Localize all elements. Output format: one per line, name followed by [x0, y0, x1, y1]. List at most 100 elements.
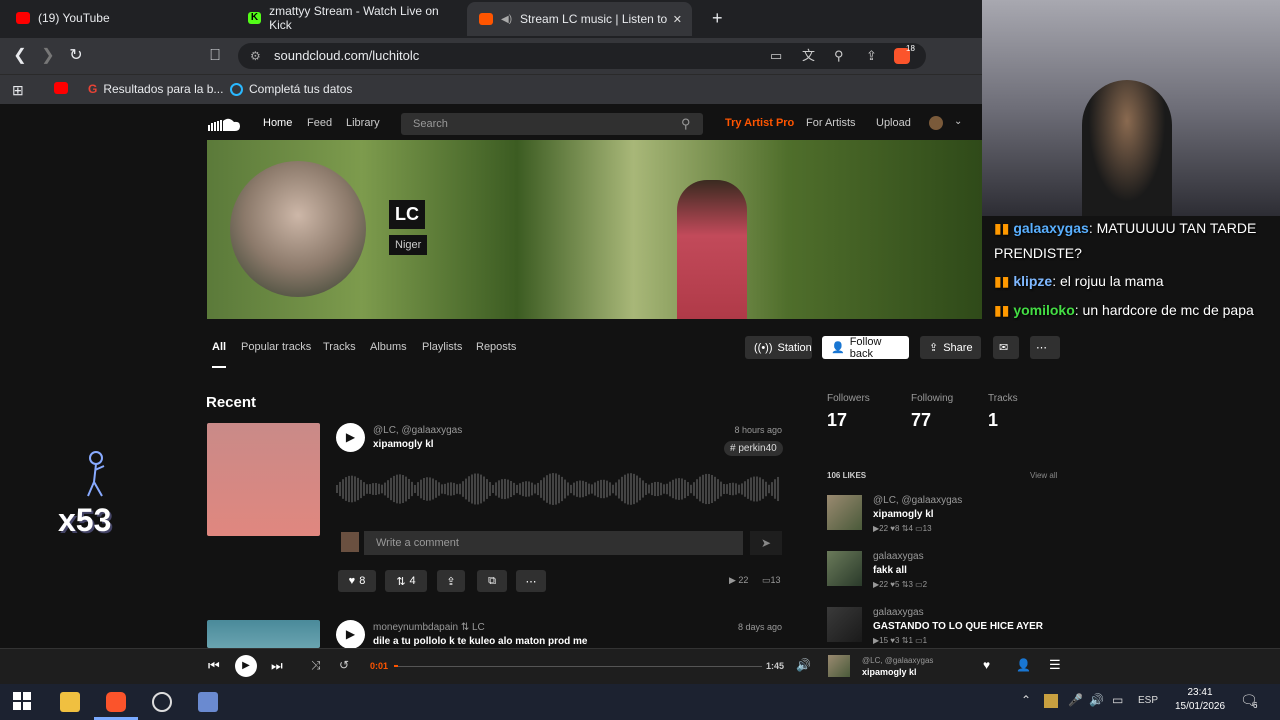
- brave-browser-icon[interactable]: [106, 692, 126, 712]
- view-all-link[interactable]: View all: [1030, 471, 1057, 480]
- microphone-icon[interactable]: 🎤: [1068, 693, 1083, 707]
- now-playing-title[interactable]: xipamogly kl: [862, 667, 917, 677]
- queue-icon[interactable]: ☰: [1049, 657, 1061, 673]
- like-icon[interactable]: ♥: [983, 658, 990, 672]
- nav-home[interactable]: Home: [263, 117, 292, 129]
- now-playing-artist[interactable]: @LC, @galaaxygas: [862, 656, 933, 665]
- liked-track-cover[interactable]: [827, 495, 862, 530]
- progress-track[interactable]: [394, 665, 762, 667]
- search-input[interactable]: Search: [401, 113, 703, 135]
- liked-track-title[interactable]: fakk all: [873, 565, 1073, 576]
- search-icon[interactable]: ⚲: [681, 116, 691, 132]
- share-icon[interactable]: ⇪: [866, 43, 877, 69]
- obs-icon[interactable]: [152, 692, 172, 712]
- clock[interactable]: 23:41 15/01/2026: [1172, 687, 1228, 712]
- track-artist[interactable]: moneynumbdapain ⇅ LC: [373, 622, 485, 633]
- track-tag[interactable]: # perkin40: [724, 441, 783, 456]
- more-button[interactable]: ⋯: [1030, 336, 1060, 359]
- volume-icon[interactable]: 🔊: [796, 658, 811, 672]
- tab-soundcloud[interactable]: ◀) Stream LC music | Listen to so ✕: [467, 2, 692, 36]
- brave-badge: 18: [906, 44, 915, 53]
- tab-tracks[interactable]: Tracks: [323, 341, 356, 353]
- windows-start-icon[interactable]: [13, 692, 33, 712]
- tab-youtube[interactable]: (19) YouTube: [4, 0, 232, 36]
- site-info-icon[interactable]: ⚙: [250, 43, 261, 69]
- liked-track-title[interactable]: GASTANDO TO LO QUE HICE AYER: [873, 621, 1073, 632]
- liked-track-artist[interactable]: galaaxygas: [873, 551, 1073, 562]
- forward-icon[interactable]: ❯: [38, 46, 58, 66]
- reload-icon[interactable]: ↻: [66, 46, 86, 66]
- tab-popular-tracks[interactable]: Popular tracks: [241, 341, 311, 353]
- url-field[interactable]: ⚙ soundcloud.com/luchitolc ▭ 文 ⚲ ⇪ 18: [238, 43, 926, 69]
- more-track-button[interactable]: ⋯: [516, 570, 546, 592]
- now-playing-cover[interactable]: [828, 655, 850, 677]
- tab-albums[interactable]: Albums: [370, 341, 407, 353]
- liked-track-cover[interactable]: [827, 607, 862, 642]
- follow-back-button[interactable]: 👤 Follow back: [822, 336, 909, 360]
- like-button[interactable]: ♥ 8: [338, 570, 376, 592]
- tray-chevron-icon[interactable]: ⌃: [1021, 693, 1031, 707]
- track-cover[interactable]: [207, 620, 320, 648]
- tray-app-icon[interactable]: [1044, 694, 1058, 708]
- apps-grid-icon[interactable]: ⊞: [12, 82, 24, 99]
- language-indicator[interactable]: ESP: [1138, 695, 1158, 706]
- nav-library[interactable]: Library: [346, 117, 380, 129]
- bookmark-resultados[interactable]: G Resultados para la b...: [88, 82, 223, 96]
- bookmark-icon[interactable]: ⎕: [205, 46, 225, 66]
- next-icon[interactable]: ⏭: [271, 658, 283, 674]
- file-explorer-icon[interactable]: [60, 692, 80, 712]
- share-button[interactable]: ⇪ Share: [920, 336, 981, 359]
- chevron-down-icon[interactable]: ⌄: [954, 116, 962, 127]
- cast-icon[interactable]: ▭: [770, 43, 782, 69]
- tab-playlists[interactable]: Playlists: [422, 341, 462, 353]
- soundcloud-logo-icon[interactable]: [207, 116, 241, 132]
- stat-tracks[interactable]: Tracks 1: [988, 393, 1018, 431]
- waveform[interactable]: [336, 463, 782, 505]
- upload-link[interactable]: Upload: [876, 117, 911, 129]
- follow-icon[interactable]: 👤: [1016, 658, 1031, 672]
- station-button[interactable]: ((•)) Station: [745, 336, 812, 359]
- repeat-icon[interactable]: ↺: [339, 658, 349, 672]
- button-label: Share: [943, 341, 973, 354]
- share-track-button[interactable]: ⇪: [437, 570, 465, 592]
- close-tab-icon[interactable]: ✕: [673, 13, 682, 26]
- user-avatar[interactable]: [929, 116, 943, 130]
- new-tab-button[interactable]: +: [700, 0, 728, 36]
- play-button[interactable]: ▶: [336, 423, 365, 452]
- for-artists-link[interactable]: For Artists: [806, 117, 856, 129]
- speaker-icon[interactable]: 🔊: [1089, 693, 1104, 707]
- play-button[interactable]: ▶: [336, 620, 365, 649]
- stat-following[interactable]: Following 77: [911, 393, 953, 431]
- profile-avatar[interactable]: [230, 161, 366, 297]
- track-cover[interactable]: [207, 423, 320, 536]
- tab-reposts[interactable]: Reposts: [476, 341, 516, 353]
- liked-track-artist[interactable]: @LC, @galaaxygas: [873, 495, 1073, 506]
- liked-track-artist[interactable]: galaaxygas: [873, 607, 1073, 618]
- comment-input[interactable]: Write a comment: [364, 531, 743, 555]
- message-button[interactable]: ✉: [993, 336, 1019, 359]
- translate-icon[interactable]: 文: [802, 43, 815, 69]
- play-pause-button[interactable]: ▶: [235, 655, 257, 677]
- liked-track-title[interactable]: xipamogly kl: [873, 509, 1073, 520]
- bookmark-youtube[interactable]: [54, 82, 68, 94]
- notification-count: 6: [1253, 701, 1258, 710]
- back-icon[interactable]: ❮: [10, 46, 30, 66]
- tab-all[interactable]: All: [212, 341, 227, 368]
- send-icon[interactable]: ➤: [750, 531, 782, 555]
- nav-feed[interactable]: Feed: [307, 117, 332, 129]
- stat-followers[interactable]: Followers 17: [827, 393, 870, 431]
- network-icon[interactable]: ▭: [1112, 693, 1123, 707]
- zoom-icon[interactable]: ⚲: [834, 43, 844, 69]
- tab-kick[interactable]: K zmattyy Stream - Watch Live on Kick: [236, 0, 464, 36]
- track-title[interactable]: dile a tu pollolo k te kuleo alo maton p…: [373, 636, 587, 647]
- track-artist[interactable]: @LC, @galaaxygas: [373, 425, 462, 436]
- shuffle-icon[interactable]: ⤨: [311, 658, 321, 673]
- app-icon[interactable]: [198, 692, 218, 712]
- copy-link-button[interactable]: ⧉: [477, 570, 507, 592]
- try-artist-pro-link[interactable]: Try Artist Pro: [725, 117, 794, 129]
- liked-track-cover[interactable]: [827, 551, 862, 586]
- bookmark-completa[interactable]: Completá tus datos: [230, 82, 352, 96]
- track-title[interactable]: xipamogly kl: [373, 439, 434, 450]
- previous-icon[interactable]: ⏮: [208, 658, 220, 674]
- repost-button[interactable]: ⇅ 4: [385, 570, 427, 592]
